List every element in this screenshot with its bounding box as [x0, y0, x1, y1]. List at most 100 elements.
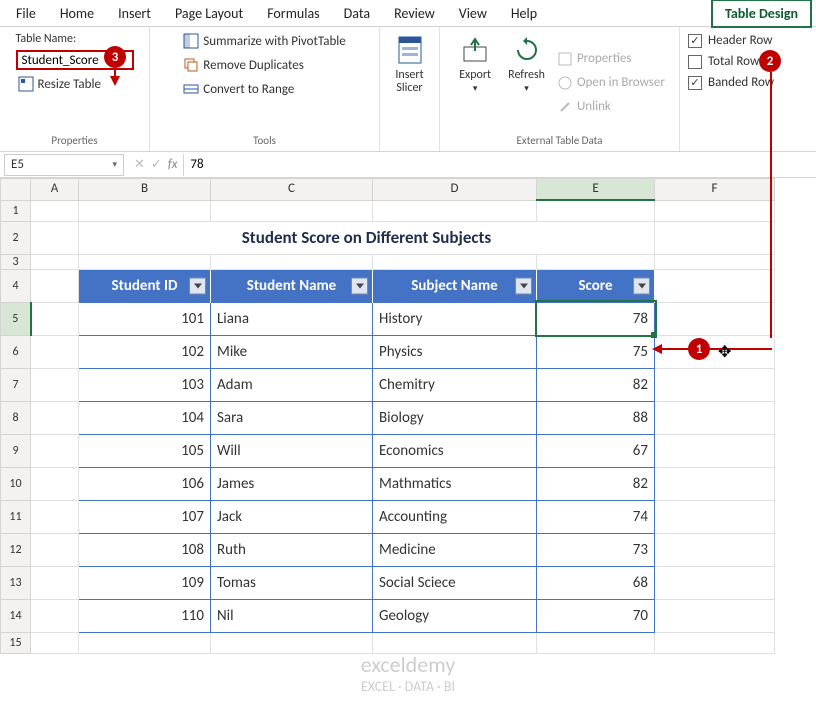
- table-cell[interactable]: Tomas: [211, 566, 373, 599]
- row-header[interactable]: 5: [1, 302, 31, 335]
- col-header-a[interactable]: A: [31, 179, 79, 201]
- table-cell[interactable]: Mathmatics: [373, 467, 537, 500]
- row-header[interactable]: 9: [1, 434, 31, 467]
- row-header[interactable]: 11: [1, 500, 31, 533]
- table-cell[interactable]: 67: [537, 434, 655, 467]
- insert-slicer-button[interactable]: Insert Slicer: [387, 31, 433, 97]
- spreadsheet-grid[interactable]: A B C D E F 1 2 Student Score on Differe…: [0, 178, 816, 654]
- refresh-button[interactable]: Refresh ▾: [502, 31, 551, 134]
- table-cell[interactable]: Biology: [373, 401, 537, 434]
- table-cell[interactable]: 108: [79, 533, 211, 566]
- table-cell[interactable]: 82: [537, 368, 655, 401]
- row-header[interactable]: 1: [1, 200, 31, 221]
- summarize-pivot-button[interactable]: Summarize with PivotTable: [181, 31, 347, 51]
- tab-help[interactable]: Help: [499, 1, 549, 26]
- table-cell[interactable]: Medicine: [373, 533, 537, 566]
- table-cell[interactable]: Jack: [211, 500, 373, 533]
- table-cell[interactable]: James: [211, 467, 373, 500]
- table-cell[interactable]: 82: [537, 467, 655, 500]
- group-properties-title: Properties: [51, 134, 97, 147]
- col-header-c[interactable]: C: [211, 179, 373, 201]
- row-header[interactable]: 7: [1, 368, 31, 401]
- table-cell[interactable]: 106: [79, 467, 211, 500]
- row-header[interactable]: 13: [1, 566, 31, 599]
- table-cell[interactable]: 109: [79, 566, 211, 599]
- table-cell[interactable]: 104: [79, 401, 211, 434]
- table-cell[interactable]: History: [373, 302, 537, 335]
- table-cell[interactable]: Accounting: [373, 500, 537, 533]
- header-row-checkbox[interactable]: ✓ Header Row: [688, 33, 774, 48]
- table-cell[interactable]: 105: [79, 434, 211, 467]
- table-cell[interactable]: 68: [537, 566, 655, 599]
- table-cell[interactable]: Liana: [211, 302, 373, 335]
- formula-input[interactable]: [183, 154, 816, 176]
- resize-table-button[interactable]: Resize Table: [16, 74, 103, 94]
- remove-duplicates-button[interactable]: Remove Duplicates: [181, 55, 306, 75]
- table-cell[interactable]: 73: [537, 533, 655, 566]
- tab-page-layout[interactable]: Page Layout: [163, 1, 255, 26]
- table-cell[interactable]: 74: [537, 500, 655, 533]
- convert-range-button[interactable]: Convert to Range: [181, 79, 296, 99]
- row-header[interactable]: 12: [1, 533, 31, 566]
- table-cell[interactable]: Geology: [373, 599, 537, 632]
- table-cell[interactable]: Nil: [211, 599, 373, 632]
- fill-handle[interactable]: [651, 332, 657, 338]
- properties-icon: [557, 51, 573, 67]
- select-all-corner[interactable]: [1, 179, 31, 201]
- row-header[interactable]: 2: [1, 221, 31, 254]
- tab-review[interactable]: Review: [382, 1, 447, 26]
- table-cell[interactable]: 101: [79, 302, 211, 335]
- banded-rows-checkbox[interactable]: ✓ Banded Row: [688, 75, 774, 90]
- col-header-e[interactable]: E: [537, 179, 655, 201]
- table-header-subject[interactable]: Subject Name: [373, 269, 537, 302]
- table-cell[interactable]: Economics: [373, 434, 537, 467]
- table-cell[interactable]: Sara: [211, 401, 373, 434]
- tab-file[interactable]: File: [4, 1, 48, 26]
- table-cell[interactable]: 103: [79, 368, 211, 401]
- table-cell[interactable]: 102: [79, 335, 211, 368]
- tab-home[interactable]: Home: [48, 1, 106, 26]
- table-cell[interactable]: 70: [537, 599, 655, 632]
- uncheck-icon: [688, 55, 702, 69]
- filter-button[interactable]: [633, 277, 650, 294]
- table-name-label: Table Name:: [16, 32, 77, 46]
- table-cell[interactable]: Physics: [373, 335, 537, 368]
- table-cell[interactable]: 75: [537, 335, 655, 368]
- filter-button[interactable]: [189, 277, 206, 294]
- table-header-id[interactable]: Student ID: [79, 269, 211, 302]
- name-box[interactable]: E5 ▾: [4, 154, 124, 176]
- table-cell[interactable]: Will: [211, 434, 373, 467]
- table-cell[interactable]: 107: [79, 500, 211, 533]
- tab-table-design[interactable]: Table Design: [711, 0, 812, 28]
- filter-button[interactable]: [515, 277, 532, 294]
- filter-button[interactable]: [351, 277, 368, 294]
- row-header[interactable]: 4: [1, 269, 31, 302]
- table-cell[interactable]: 110: [79, 599, 211, 632]
- tab-data[interactable]: Data: [332, 1, 382, 26]
- row-header[interactable]: 14: [1, 599, 31, 632]
- col-header-b[interactable]: B: [79, 179, 211, 201]
- row-header[interactable]: 3: [1, 254, 31, 269]
- row-header[interactable]: 8: [1, 401, 31, 434]
- selected-cell[interactable]: 78: [537, 302, 655, 335]
- fx-icon[interactable]: fx: [168, 157, 178, 172]
- export-button[interactable]: Export ▾: [452, 31, 498, 134]
- tab-view[interactable]: View: [447, 1, 499, 26]
- table-cell[interactable]: Adam: [211, 368, 373, 401]
- cancel-icon[interactable]: ✕: [134, 157, 145, 172]
- table-cell[interactable]: Chemitry: [373, 368, 537, 401]
- table-header-name[interactable]: Student Name: [211, 269, 373, 302]
- table-cell[interactable]: 88: [537, 401, 655, 434]
- tab-insert[interactable]: Insert: [106, 1, 163, 26]
- table-cell[interactable]: Mike: [211, 335, 373, 368]
- table-cell[interactable]: Ruth: [211, 533, 373, 566]
- table-header-score[interactable]: Score: [537, 269, 655, 302]
- col-header-f[interactable]: F: [655, 179, 775, 201]
- row-header[interactable]: 6: [1, 335, 31, 368]
- tab-formulas[interactable]: Formulas: [255, 1, 331, 26]
- enter-icon[interactable]: ✓: [151, 157, 162, 172]
- col-header-d[interactable]: D: [373, 179, 537, 201]
- row-header[interactable]: 10: [1, 467, 31, 500]
- table-cell[interactable]: Social Sciece: [373, 566, 537, 599]
- row-header[interactable]: 15: [1, 632, 31, 653]
